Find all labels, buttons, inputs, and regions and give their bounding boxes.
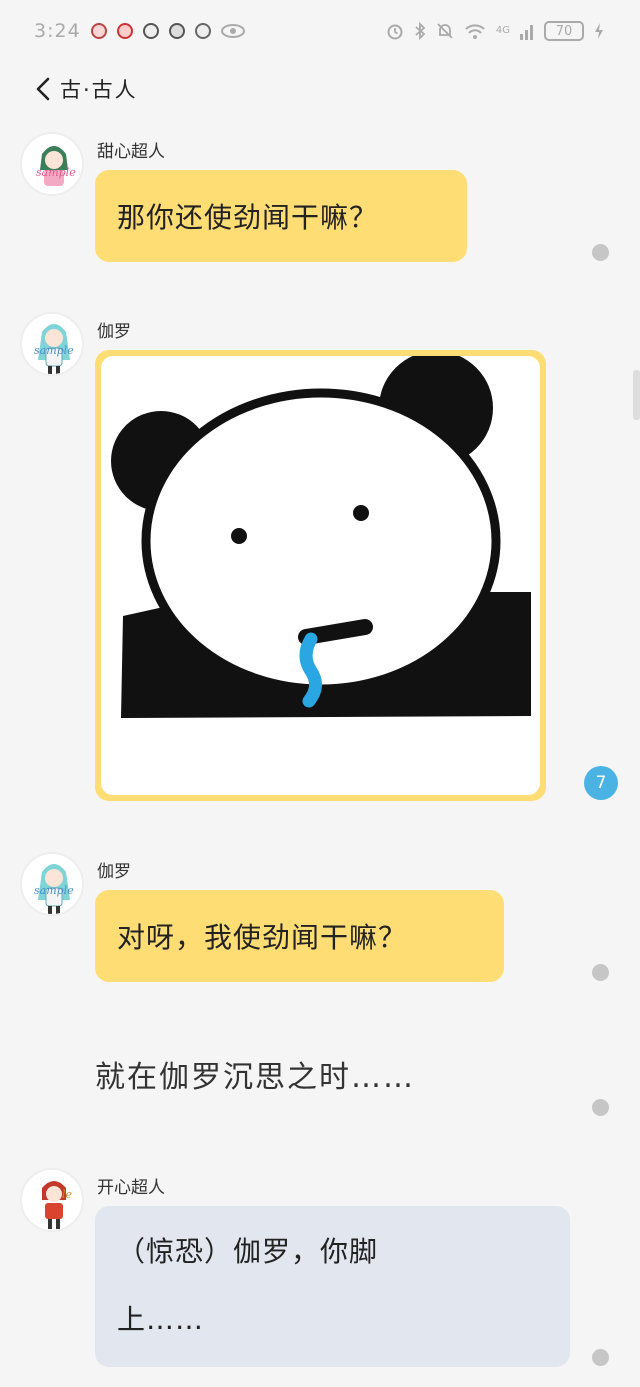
message-status-dot [592, 1349, 609, 1366]
sender-name: 伽罗 [97, 862, 131, 882]
avatar[interactable]: sample [20, 312, 84, 376]
avatar[interactable]: sample [20, 852, 84, 916]
message-bubble[interactable]: （惊恐）伽罗，你脚 上…… [95, 1206, 570, 1367]
message-text-line-1: （惊恐）伽罗，你脚 [117, 1235, 379, 1268]
app-notification-icon [168, 23, 185, 39]
chevron-left-icon[interactable] [32, 76, 54, 102]
panda-drooling-sticker [111, 356, 531, 718]
sticker-image [101, 356, 540, 795]
svg-text:sample: sample [36, 166, 76, 179]
scrollbar[interactable] [633, 370, 640, 420]
status-left: 3:24 [34, 20, 245, 42]
sender-name: 甜心超人 [97, 142, 165, 162]
svg-text:le: le [62, 1188, 73, 1201]
charging-icon [595, 23, 603, 39]
svg-text:sample: sample [34, 344, 74, 357]
message-status-dot [592, 244, 609, 261]
app-notification-icon [116, 23, 133, 39]
avatar-character-icon: sample [36, 146, 76, 186]
eye-icon [220, 24, 245, 38]
avatar-character-icon: sample [34, 864, 74, 914]
battery-indicator: 70 [544, 21, 584, 41]
app-notification-icon [142, 23, 159, 39]
wifi-icon [465, 24, 485, 39]
message-text: 那你还使劲闻干嘛？ [117, 201, 379, 234]
bluetooth-icon [415, 22, 426, 40]
avatar-character-icon: sample [34, 324, 74, 374]
mute-icon [437, 23, 453, 39]
svg-text:sample: sample [34, 884, 74, 897]
status-right: 4G 70 [386, 21, 604, 41]
avatar[interactable]: le [20, 1168, 84, 1232]
narration-text: 就在伽罗沉思之时…… [95, 1060, 415, 1095]
chat-title: 古·古人 [60, 78, 138, 102]
status-bar: 3:24 4G 70 [0, 0, 640, 62]
app-notification-icon [194, 23, 211, 39]
network-type: 4G [495, 25, 510, 36]
app-notification-icon [90, 23, 107, 39]
message-bubble[interactable]: 对呀，我使劲闻干嘛？ [95, 890, 504, 982]
battery-level: 70 [555, 23, 573, 39]
avatar-character-icon: le [42, 1181, 73, 1229]
message-status-dot [592, 964, 609, 981]
sender-name: 开心超人 [97, 1178, 165, 1198]
avatar[interactable]: sample [20, 132, 84, 196]
message-text-line-2: 上…… [117, 1303, 205, 1336]
message-text: 对呀，我使劲闻干嘛？ [117, 921, 408, 954]
chat-header: 古·古人 [0, 62, 640, 116]
signal-icon [520, 25, 533, 40]
alarm-icon [387, 24, 403, 40]
status-time: 3:24 [34, 20, 81, 42]
sticker-message[interactable] [95, 350, 546, 801]
message-bubble[interactable]: 那你还使劲闻干嘛？ [95, 170, 467, 262]
message-status-dot [592, 1099, 609, 1116]
sender-name: 伽罗 [97, 322, 131, 342]
unread-count-badge[interactable]: 7 [584, 766, 618, 800]
